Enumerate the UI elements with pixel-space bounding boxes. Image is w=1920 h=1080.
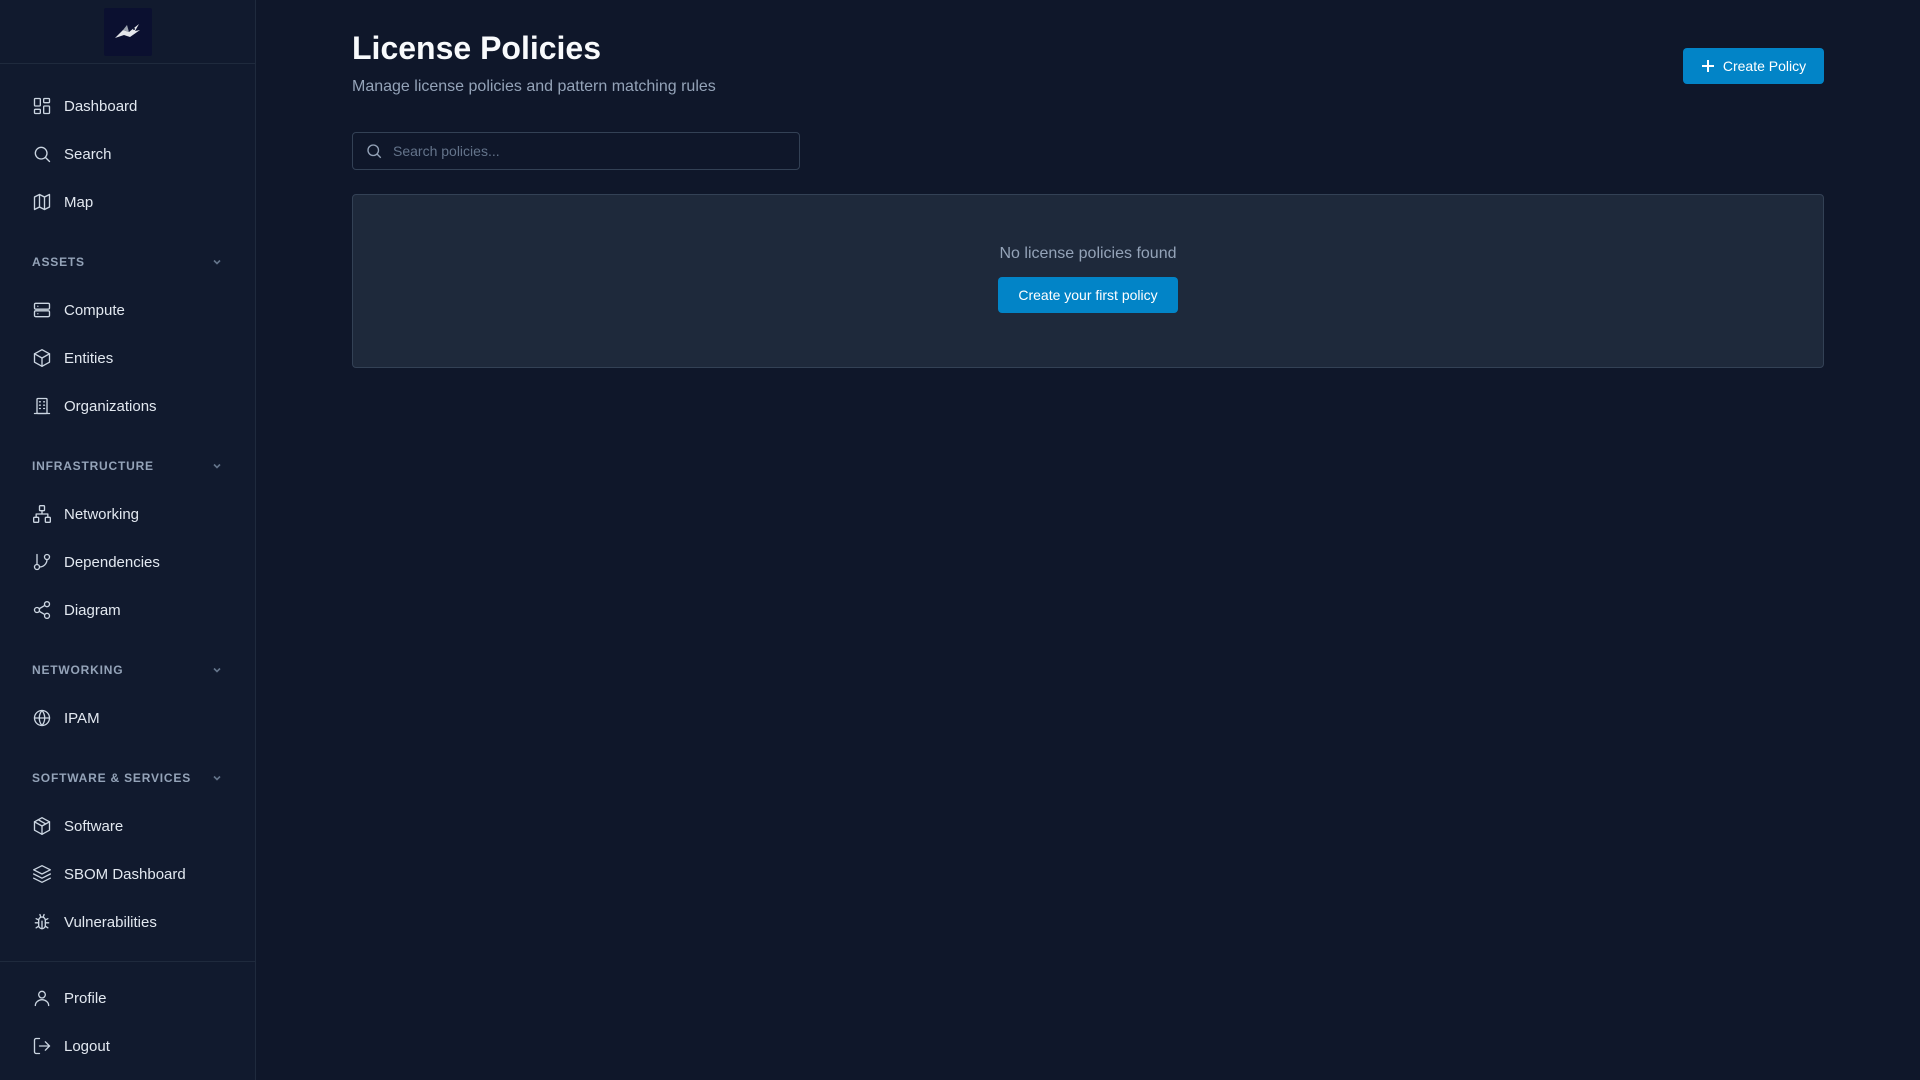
bug-icon <box>32 912 52 932</box>
section-title: ASSETS <box>32 255 85 269</box>
sidebar-item-label: Vulnerabilities <box>64 913 157 931</box>
section-header-networking[interactable]: NETWORKING <box>0 646 255 694</box>
chevron-down-icon <box>213 463 221 469</box>
sidebar-item-label: Organizations <box>64 397 157 415</box>
map-icon <box>32 192 52 212</box>
section-header-software-services[interactable]: SOFTWARE & SERVICES <box>0 754 255 802</box>
sidebar-item-label: Profile <box>64 989 107 1007</box>
sidebar-nav: Dashboard Search Map ASSETS Compute Enti… <box>0 64 255 961</box>
sidebar-item-networking[interactable]: Networking <box>0 490 255 538</box>
sidebar-item-label: Dashboard <box>64 97 138 115</box>
section-header-assets[interactable]: ASSETS <box>0 238 255 286</box>
sidebar-item-label: Dependencies <box>64 553 160 571</box>
create-first-policy-label: Create your first policy <box>1018 287 1158 303</box>
sidebar-item-label: Search <box>64 145 112 163</box>
chevron-down-icon <box>213 259 221 265</box>
sidebar-item-profile[interactable]: Profile <box>0 974 255 1022</box>
sidebar-item-label: Software <box>64 817 124 835</box>
building-icon <box>32 396 52 416</box>
sidebar-item-label: Entities <box>64 349 114 367</box>
sidebar-item-map[interactable]: Map <box>0 178 255 226</box>
cube-icon <box>32 348 52 368</box>
sidebar-item-label: IPAM <box>64 709 100 727</box>
sidebar-item-compute[interactable]: Compute <box>0 286 255 334</box>
search-input[interactable] <box>393 143 783 159</box>
section-title: INFRASTRUCTURE <box>32 459 154 473</box>
share-icon <box>32 600 52 620</box>
search-box <box>352 132 800 170</box>
sidebar-item-vulnerabilities[interactable]: Vulnerabilities <box>0 898 255 946</box>
logout-icon <box>32 1036 52 1056</box>
section-title: NETWORKING <box>32 663 124 677</box>
sidebar-item-ipam[interactable]: IPAM <box>0 694 255 742</box>
sidebar-item-search[interactable]: Search <box>0 130 255 178</box>
bird-logo-icon <box>114 23 140 38</box>
create-policy-button[interactable]: Create Policy <box>1683 48 1824 84</box>
create-first-policy-button[interactable]: Create your first policy <box>998 277 1178 313</box>
package-icon <box>32 816 52 836</box>
section-header-infrastructure[interactable]: INFRASTRUCTURE <box>0 442 255 490</box>
sidebar-item-entities[interactable]: Entities <box>0 334 255 382</box>
plus-icon <box>1701 60 1714 72</box>
sidebar-item-label: Networking <box>64 505 140 523</box>
server-icon <box>32 300 52 320</box>
sidebar-item-diagram[interactable]: Diagram <box>0 586 255 634</box>
sidebar: Dashboard Search Map ASSETS Compute Enti… <box>0 0 256 1080</box>
sidebar-item-logout[interactable]: Logout <box>0 1022 255 1070</box>
sidebar-item-organizations[interactable]: Organizations <box>0 382 255 430</box>
page-subtitle: Manage license policies and pattern matc… <box>352 78 716 95</box>
sidebar-item-label: SBOM Dashboard <box>64 865 186 883</box>
empty-state-card: No license policies found Create your fi… <box>352 194 1824 368</box>
search-icon <box>367 144 382 159</box>
main-content: License Policies Manage license policies… <box>256 0 1920 1080</box>
app-logo[interactable] <box>103 7 152 56</box>
sidebar-item-label: Diagram <box>64 601 121 619</box>
sidebar-item-dashboard[interactable]: Dashboard <box>0 82 255 130</box>
sidebar-item-label: Logout <box>64 1037 110 1055</box>
network-icon <box>32 504 52 524</box>
globe-icon <box>32 708 52 728</box>
dashboard-icon <box>32 96 52 116</box>
page-title: License Policies <box>352 30 602 66</box>
sidebar-footer: Profile Logout <box>0 961 255 1080</box>
sidebar-item-label: Map <box>64 193 94 211</box>
sidebar-item-software[interactable]: Software <box>0 802 255 850</box>
logo-area <box>0 0 255 64</box>
sidebar-item-dependencies[interactable]: Dependencies <box>0 538 255 586</box>
empty-state-message: No license policies found <box>999 245 1177 262</box>
search-icon <box>32 144 52 164</box>
sidebar-item-label: Compute <box>64 301 125 319</box>
git-branch-icon <box>32 552 52 572</box>
section-title: SOFTWARE & SERVICES <box>32 771 192 785</box>
layers-icon <box>32 864 52 884</box>
chevron-down-icon <box>213 775 221 781</box>
create-policy-label: Create Policy <box>1722 58 1807 74</box>
user-icon <box>32 988 52 1008</box>
sidebar-item-sbom-dashboard[interactable]: SBOM Dashboard <box>0 850 255 898</box>
chevron-down-icon <box>213 667 221 673</box>
